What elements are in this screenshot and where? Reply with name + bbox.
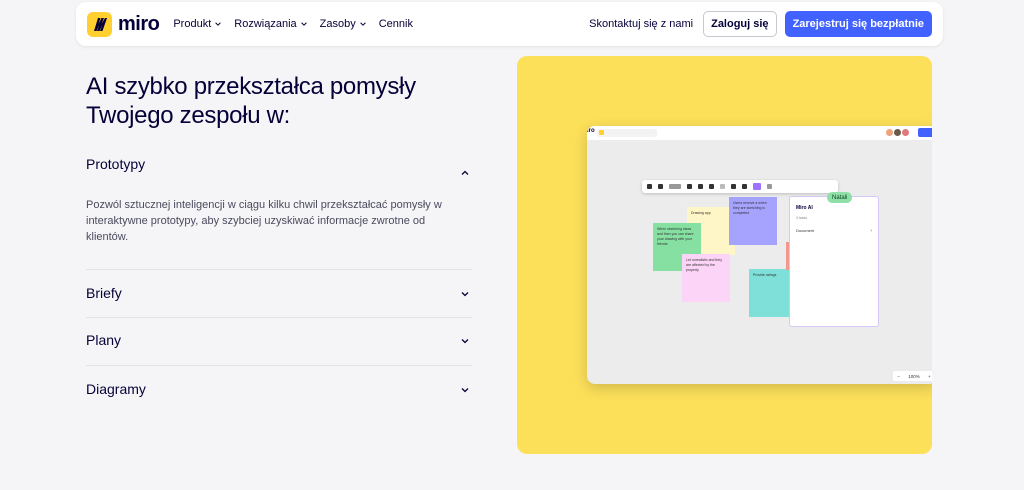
- chevron-down-icon[interactable]: [460, 385, 470, 395]
- bold-icon: [698, 184, 703, 189]
- ai-panel-row: Document: [796, 228, 815, 233]
- collaborator-avatars: [886, 129, 909, 136]
- accordion-title: Prototypy: [86, 156, 146, 172]
- avatar: [902, 129, 909, 136]
- ai-panel-title: Miro AI: [796, 205, 813, 211]
- tool-icon: [647, 184, 652, 189]
- accordion-description: Pozwól sztucznej inteligencji w ciągu ki…: [86, 199, 442, 243]
- zoom-control: − 100% +: [893, 371, 932, 381]
- accordion-item-briefy[interactable]: Briefy: [86, 285, 472, 303]
- chevron-down-icon[interactable]: [460, 289, 470, 299]
- ai-panel-subtitle: 3 tasks: [796, 216, 808, 220]
- nav-label: Produkt: [173, 18, 212, 30]
- zoom-out-icon: −: [897, 373, 900, 379]
- chevron-right-icon: ›: [870, 228, 872, 234]
- accordion-item-prototypy[interactable]: Prototypy: [86, 156, 472, 175]
- sticky-note: Users receive a when they are sketching …: [729, 197, 777, 245]
- nav-label: Cennik: [378, 18, 413, 30]
- ai-sparkle-icon: [753, 183, 761, 190]
- tool-icon: [687, 184, 692, 189]
- context-toolbar: [642, 180, 838, 193]
- page: miro Produkt Rozwiązania Zasoby Cennik S…: [0, 0, 1024, 490]
- contact-link[interactable]: Skontaktuj się z nami: [589, 18, 693, 30]
- zoom-in-icon: +: [928, 373, 931, 379]
- sticky-note: Let unrealistic and they are affected by…: [682, 254, 730, 302]
- chevron-up-icon[interactable]: [460, 168, 470, 178]
- preview-panel: iro Drawing app Users receive a when the…: [517, 56, 932, 454]
- tool-icon: [742, 184, 747, 189]
- font-select: [669, 184, 681, 189]
- share-button: [918, 128, 932, 137]
- accordion-title: Briefy: [86, 285, 122, 301]
- divider: [86, 365, 472, 366]
- accordion-title: Plany: [86, 332, 122, 348]
- nav-rozwiazania[interactable]: Rozwiązania: [234, 18, 307, 30]
- board-topbar: iro: [587, 126, 932, 140]
- link-icon: [709, 184, 714, 189]
- board-icon: [599, 130, 604, 135]
- accordion-item-plany[interactable]: Plany: [86, 332, 472, 350]
- avatar: [886, 129, 893, 136]
- tool-icon: [731, 184, 736, 189]
- logo-text: miro: [118, 12, 160, 35]
- color-icon: [720, 184, 725, 189]
- signup-button[interactable]: Zarejestruj się bezpłatnie: [784, 11, 932, 37]
- accordion-title: Diagramy: [86, 381, 146, 397]
- site-header: miro Produkt Rozwiązania Zasoby Cennik S…: [76, 2, 943, 46]
- nav-cennik[interactable]: Cennik: [379, 18, 413, 30]
- chevron-down-icon: [300, 22, 307, 26]
- divider: [86, 269, 472, 270]
- nav-zasoby[interactable]: Zasoby: [320, 18, 367, 30]
- avatar: [894, 129, 901, 136]
- chevron-down-icon: [215, 22, 222, 26]
- miro-logo-icon: [87, 11, 112, 37]
- board-screenshot: iro Drawing app Users receive a when the…: [587, 126, 932, 384]
- board-logo: iro: [587, 128, 595, 134]
- accordion-item-diagramy[interactable]: Diagramy: [86, 381, 472, 399]
- tool-icon: [658, 184, 663, 189]
- miro-logo[interactable]: miro: [87, 11, 160, 37]
- zoom-level: 100%: [908, 373, 920, 379]
- miro-ai-panel: Miro AI 3 tasks Document ›: [789, 196, 879, 327]
- chevron-down-icon: [359, 22, 366, 26]
- nav-label: Rozwiązania: [234, 18, 297, 30]
- nav-label: Zasoby: [319, 18, 356, 30]
- divider: [86, 317, 472, 318]
- chevron-down-icon[interactable]: [460, 336, 470, 346]
- board-name: [597, 129, 657, 137]
- header-actions: Skontaktuj się z nami Zaloguj się Zareje…: [589, 11, 932, 37]
- login-button[interactable]: Zaloguj się: [703, 11, 777, 37]
- main-nav: Produkt Rozwiązania Zasoby Cennik: [173, 18, 413, 30]
- more-icon: [767, 184, 772, 189]
- nav-produkt[interactable]: Produkt: [173, 18, 222, 30]
- page-headline: AI szybko przekształca pomysły Twojego z…: [86, 73, 416, 129]
- cursor-label: Natali: [827, 192, 853, 203]
